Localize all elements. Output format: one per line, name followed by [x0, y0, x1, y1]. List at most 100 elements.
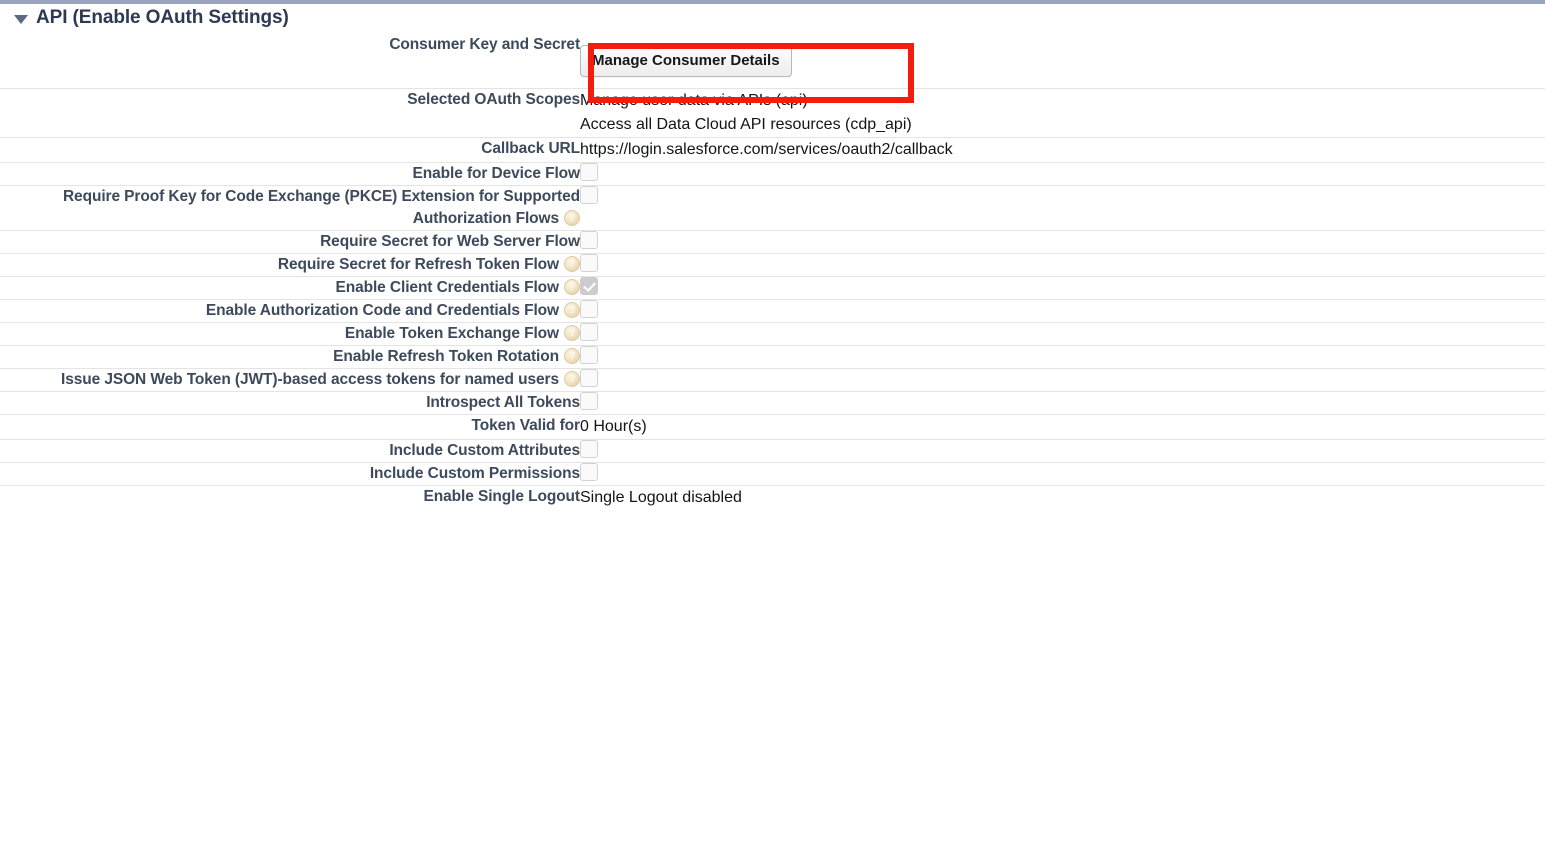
row-gutter [0, 346, 10, 369]
row-gutter [0, 415, 10, 440]
row-checkbox-cell [580, 186, 1545, 231]
row-checkbox-cell [580, 369, 1545, 392]
manage-consumer-details-button[interactable]: Manage Consumer Details [580, 45, 792, 77]
detail-row: Enable for Device Flow [0, 163, 1545, 186]
row-value: Single Logout disabled [580, 489, 742, 506]
detail-row: Consumer Key and Secret Manage Consumer D… [0, 34, 1545, 89]
checkbox-enable-refresh-token-rotation[interactable] [580, 346, 598, 364]
row-checkbox-cell [580, 300, 1545, 323]
checkbox-require-secret-for-web-server-flow[interactable] [580, 231, 598, 249]
row-label-cell: Require Secret for Web Server Flow [10, 231, 580, 254]
help-icon[interactable] [564, 371, 580, 387]
row-label-cell: Require Secret for Refresh Token Flow [10, 254, 580, 277]
checkbox-require-secret-for-refresh-token-flow[interactable] [580, 254, 598, 272]
checkbox-issue-json-web-token-jwt-based-access-tokens-for[interactable] [580, 369, 598, 387]
row-label-cell: Callback URL [10, 138, 580, 163]
detail-row: Issue JSON Web Token (JWT)-based access … [0, 369, 1545, 392]
row-label: Enable Client Credentials Flow [335, 279, 559, 296]
row-label: Enable Refresh Token Rotation [333, 348, 559, 365]
row-value-line: Access all Data Cloud API resources (cdp… [580, 116, 912, 133]
detail-row: Callback URL https://login.salesforce.com… [0, 138, 1545, 163]
row-checkbox-cell [580, 440, 1545, 463]
help-icon[interactable] [564, 256, 580, 272]
row-gutter [0, 463, 10, 486]
row-label-cell: Enable Authorization Code and Credential… [10, 300, 580, 323]
row-gutter [0, 392, 10, 415]
row-label: Enable Single Logout [423, 488, 581, 505]
help-icon[interactable] [564, 302, 580, 318]
row-checkbox-cell [580, 463, 1545, 486]
checkbox-enable-for-device-flow[interactable] [580, 163, 598, 181]
row-label-cell: Issue JSON Web Token (JWT)-based access … [10, 369, 580, 392]
row-label-cell: Consumer Key and Secret [10, 34, 580, 89]
detail-row: Include Custom Permissions [0, 463, 1545, 486]
row-value: https://login.salesforce.com/services/oa… [580, 141, 953, 158]
detail-row: Require Proof Key for Code Exchange (PKC… [0, 186, 1545, 231]
detail-row: Enable Authorization Code and Credential… [0, 300, 1545, 323]
help-icon[interactable] [564, 348, 580, 364]
row-label-cell: Enable Token Exchange Flow [10, 323, 580, 346]
help-icon[interactable] [564, 279, 580, 295]
row-gutter [0, 34, 10, 89]
detail-row: Enable Client Credentials Flow [0, 277, 1545, 300]
detail-row: Enable Refresh Token Rotation [0, 346, 1545, 369]
detail-row: Require Secret for Web Server Flow [0, 231, 1545, 254]
checkbox-include-custom-attributes[interactable] [580, 440, 598, 458]
row-checkbox-cell [580, 277, 1545, 300]
row-label-cell: Enable for Device Flow [10, 163, 581, 186]
row-label: Callback URL [481, 140, 580, 157]
detail-row: Include Custom Attributes [0, 440, 1545, 463]
checkbox-require-proof-key-for-code-exchange-pkce-extensi[interactable] [580, 186, 598, 204]
row-value-cell: https://login.salesforce.com/services/oa… [580, 138, 1545, 163]
checkbox-enable-authorization-code-and-credentials-flow[interactable] [580, 300, 598, 318]
row-label: Token Valid for [471, 417, 581, 434]
row-label: Issue JSON Web Token (JWT)-based access … [61, 371, 559, 388]
row-gutter [0, 254, 10, 277]
row-label: Selected OAuth Scopes [407, 91, 580, 108]
row-label-cell: Include Custom Attributes [10, 440, 580, 463]
row-value: 0 Hour(s) [580, 418, 647, 435]
row-value-cell: 0 Hour(s) [580, 415, 1545, 440]
section-header[interactable]: API (Enable OAuth Settings) [0, 4, 1545, 34]
row-label-cell: Enable Refresh Token Rotation [10, 346, 580, 369]
row-gutter [0, 300, 10, 323]
detail-row: Token Valid for 0 Hour(s) [0, 415, 1545, 440]
row-gutter [0, 138, 10, 163]
row-gutter [0, 369, 10, 392]
row-label: Enable Authorization Code and Credential… [205, 302, 559, 319]
row-value-line: Manage user data via APIs (api) [580, 92, 808, 109]
row-gutter [0, 89, 10, 138]
row-checkbox-cell [580, 323, 1545, 346]
section-title: API (Enable OAuth Settings) [36, 7, 289, 28]
row-label: Enable for Device Flow [412, 165, 581, 182]
detail-row: Selected OAuth Scopes Manage user data vi… [0, 89, 1545, 138]
row-value-cell: Manage user data via APIs (api) Access al… [580, 89, 1545, 138]
row-checkbox-cell [580, 163, 1545, 186]
row-label-cell: Token Valid for [10, 415, 581, 440]
checkbox-include-custom-permissions[interactable] [580, 463, 598, 481]
row-value-cell: Single Logout disabled [580, 486, 1545, 511]
oauth-settings-detail-table: Consumer Key and Secret Manage Consumer D… [0, 34, 1545, 510]
help-icon[interactable] [564, 325, 580, 341]
row-label-cell: Enable Client Credentials Flow [10, 277, 580, 300]
row-label: Include Custom Permissions [369, 465, 580, 482]
row-checkbox-cell [580, 254, 1545, 277]
detail-row: Enable Single Logout Single Logout disabl… [0, 486, 1545, 511]
detail-row: Introspect All Tokens [0, 392, 1545, 415]
row-label-cell: Include Custom Permissions [10, 463, 580, 486]
row-gutter [0, 231, 10, 254]
help-icon[interactable] [564, 210, 580, 226]
row-gutter [0, 323, 10, 346]
checkbox-enable-token-exchange-flow[interactable] [580, 323, 598, 341]
row-gutter [0, 277, 10, 300]
triangle-down-icon[interactable] [14, 14, 28, 24]
row-checkbox-cell [580, 231, 1545, 254]
oauth-settings-page: API (Enable OAuth Settings) Consumer Key… [0, 0, 1545, 850]
detail-row: Require Secret for Refresh Token Flow [0, 254, 1545, 277]
row-label: Require Proof Key for Code Exchange (PKC… [62, 188, 580, 227]
row-checkbox-cell [580, 346, 1545, 369]
checkbox-introspect-all-tokens[interactable] [580, 392, 598, 410]
checkbox-enable-client-credentials-flow[interactable] [580, 277, 598, 295]
row-label: Require Secret for Web Server Flow [320, 233, 580, 250]
row-label: Enable Token Exchange Flow [344, 325, 559, 342]
